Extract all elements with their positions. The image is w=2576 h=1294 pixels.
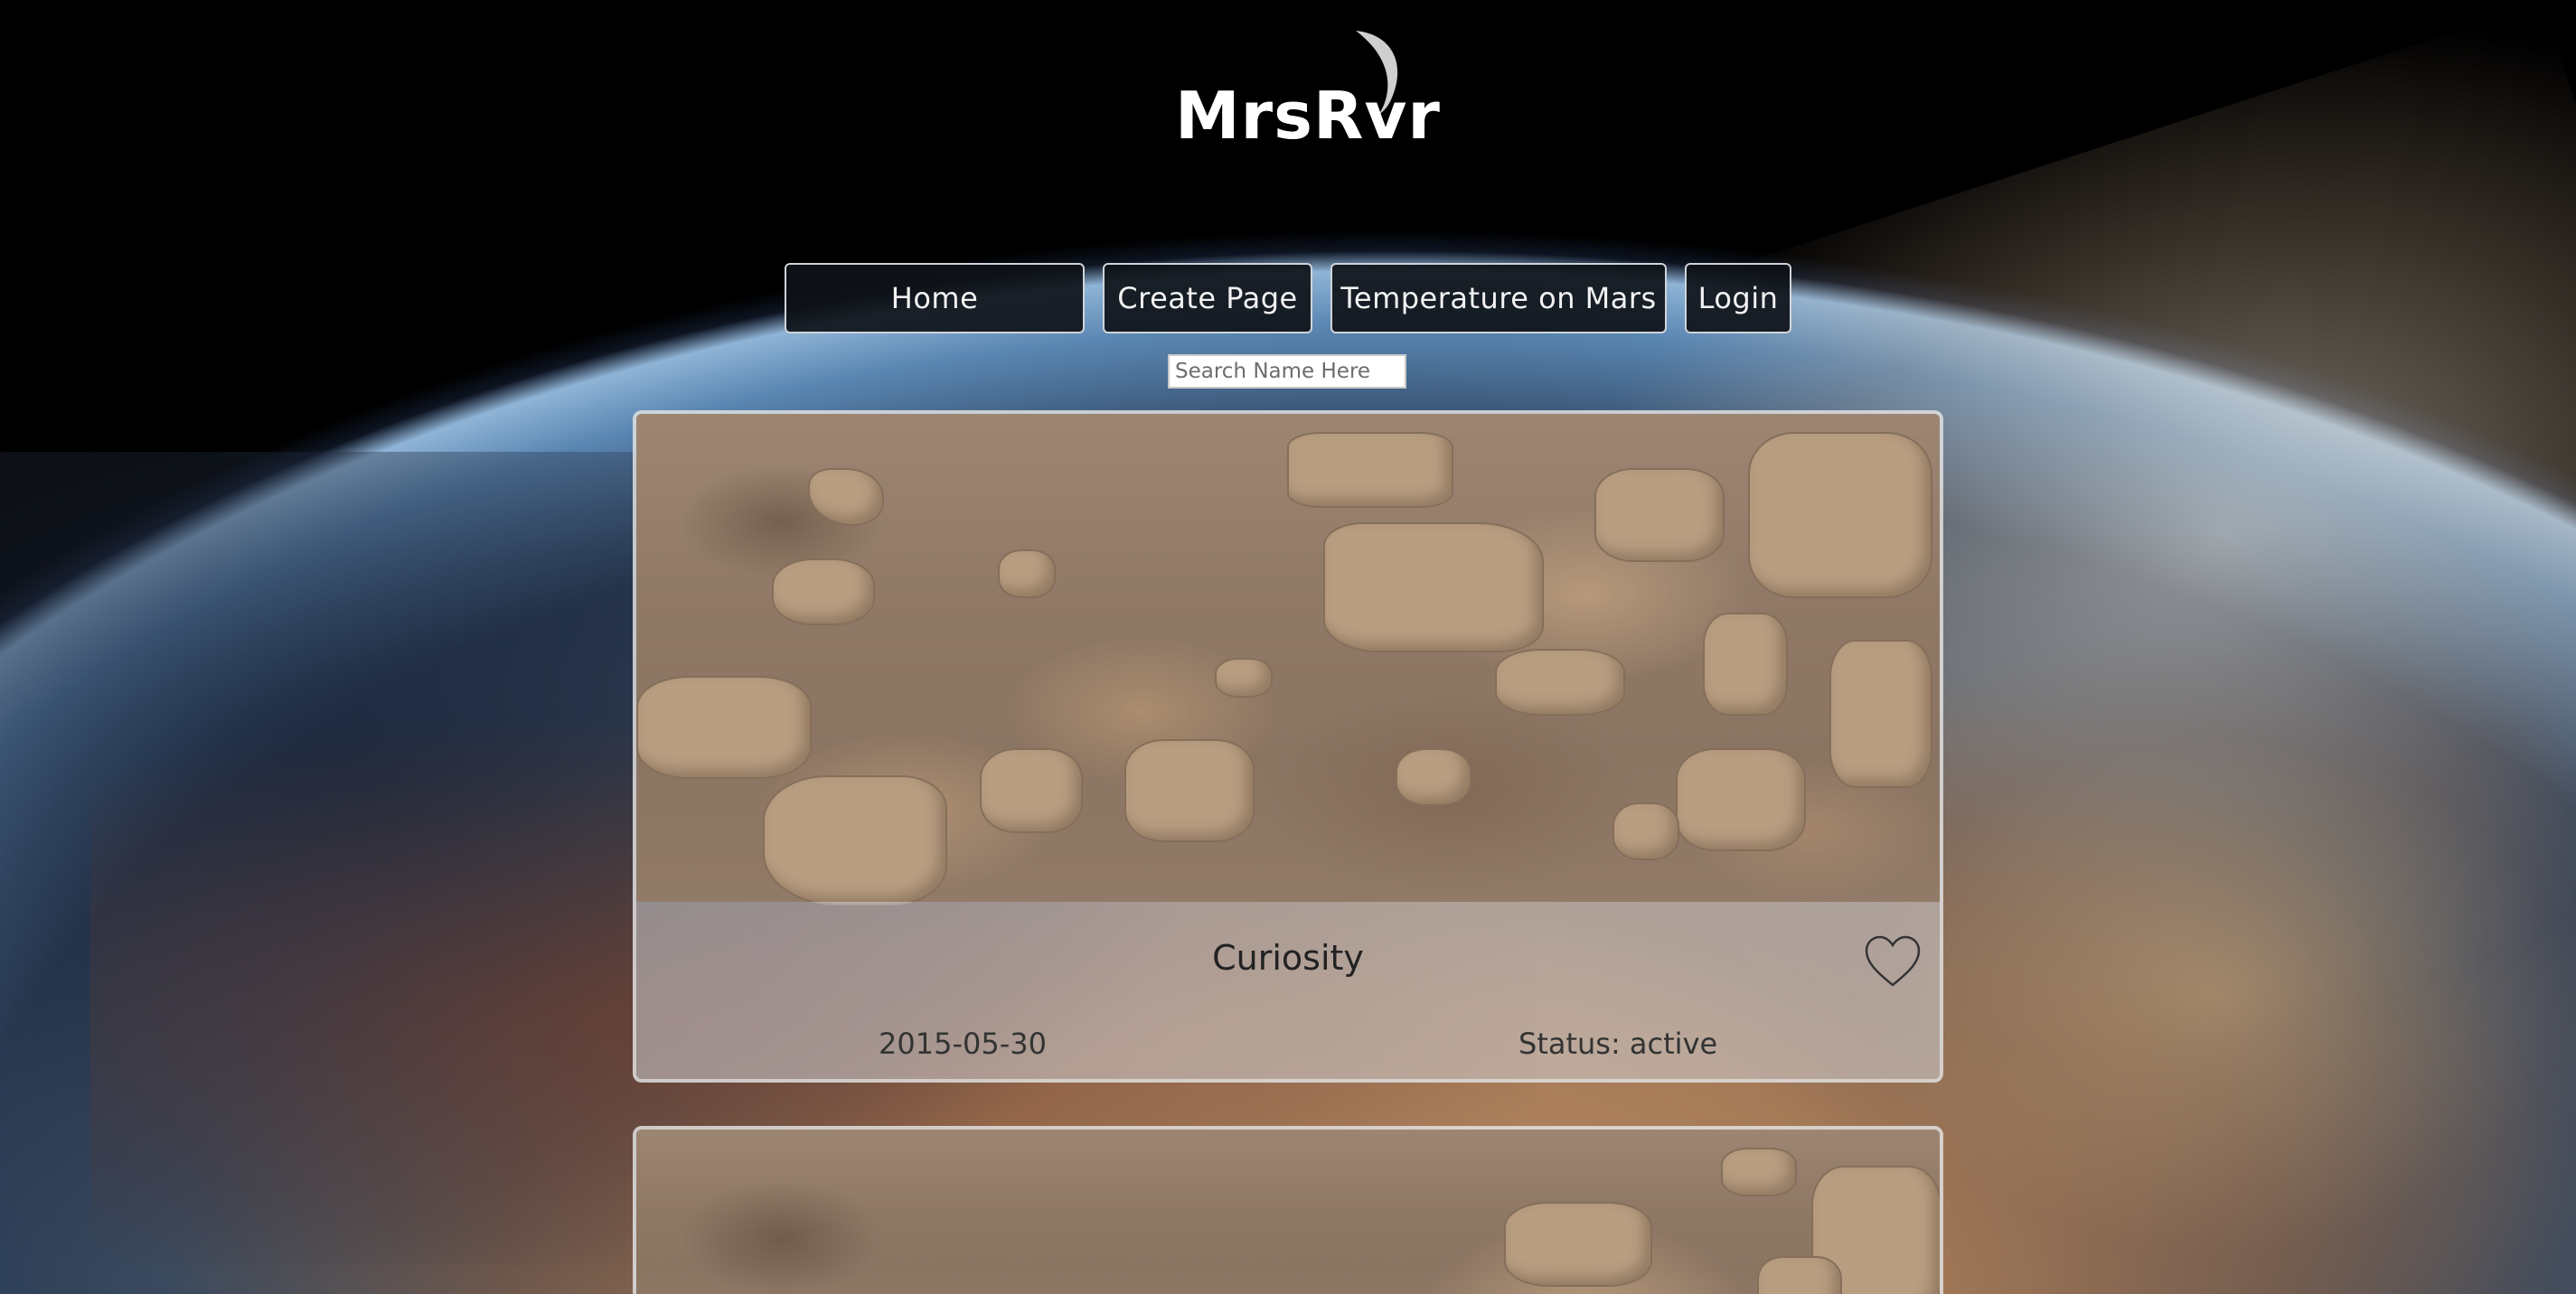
rover-photo bbox=[636, 414, 1940, 905]
rover-status: Status: active bbox=[1518, 1027, 1718, 1061]
logo-text: MrsRvr bbox=[1175, 78, 1441, 154]
rover-card[interactable]: Curiosity 2015-05-30 Status: active bbox=[633, 410, 1943, 1083]
search-input[interactable] bbox=[1168, 354, 1406, 389]
rover-info: Curiosity 2015-05-30 Status: active bbox=[636, 902, 1940, 1079]
heart-outline-icon[interactable] bbox=[1864, 934, 1922, 989]
rover-landing-date: 2015-05-30 bbox=[879, 1027, 1047, 1061]
rover-name: Curiosity bbox=[1212, 938, 1364, 978]
page: MrsRvr Home Create Page Temperature on M… bbox=[0, 0, 2576, 1294]
nav-temperature-button[interactable]: Temperature on Mars bbox=[1330, 263, 1667, 333]
rover-card[interactable] bbox=[633, 1126, 1943, 1294]
nav-login-button[interactable]: Login bbox=[1685, 263, 1791, 333]
nav-create-page-button[interactable]: Create Page bbox=[1103, 263, 1312, 333]
rover-photo bbox=[636, 1130, 1940, 1294]
main-nav: Home Create Page Temperature on Mars Log… bbox=[0, 263, 2576, 337]
nav-home-button[interactable]: Home bbox=[785, 263, 1085, 333]
